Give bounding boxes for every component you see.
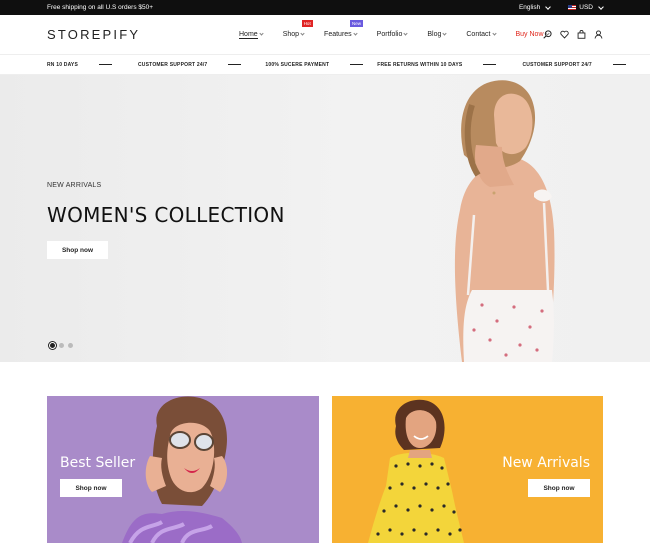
nav-label: Blog xyxy=(427,31,442,38)
us-flag-icon xyxy=(568,5,577,10)
nav-item-portfolio[interactable]: Portfolio xyxy=(377,31,408,39)
hero-shop-now-button[interactable]: Shop now xyxy=(47,241,108,259)
ticker-divider xyxy=(483,63,497,66)
ticker-item: FREE RETURNS WITHIN 10 DAYS xyxy=(377,61,463,68)
main-nav: Home Shop Hot Features New Portfolio Blo… xyxy=(239,19,569,39)
nav-label: Shop xyxy=(282,31,300,38)
nav-label: Buy Now xyxy=(515,31,544,38)
chevron-down-icon xyxy=(353,31,358,36)
language-label: English xyxy=(518,4,541,11)
promo-cards: Best Seller Shop now New Arrivals Shop n… xyxy=(47,396,603,543)
nav-label: Features xyxy=(324,31,352,38)
ticker-item: CUSTOMER SUPPORT 24/7 xyxy=(522,61,592,68)
header-icons xyxy=(543,30,603,39)
hero-title: WOMEN'S COLLECTION xyxy=(47,203,285,227)
hero-subtitle: NEW ARRIVALS xyxy=(47,182,102,189)
currency-selector[interactable]: USD xyxy=(568,3,604,11)
nav-label: Home xyxy=(239,30,258,39)
chevron-down-icon xyxy=(403,31,408,36)
best-seller-card[interactable]: Best Seller Shop now xyxy=(47,396,319,543)
nav-label: Contact xyxy=(466,31,491,38)
card-title: New Arrivals xyxy=(502,455,590,471)
nav-item-features[interactable]: Features New xyxy=(324,19,364,39)
ticker-item: RN 10 DAYS xyxy=(47,61,78,68)
hot-badge: Hot xyxy=(301,19,313,27)
slider-dot-1[interactable] xyxy=(50,343,55,348)
language-selector[interactable]: English xyxy=(518,3,552,11)
best-seller-shop-now-button[interactable]: Shop now xyxy=(60,479,122,497)
ticker-divider xyxy=(350,63,364,66)
slider-dots xyxy=(50,343,73,348)
site-header: STOREPIFY Home Shop Hot Features New Por… xyxy=(0,15,650,55)
chevron-down-icon xyxy=(442,31,447,36)
ticker-item: 100% SUCERE PAYMENT xyxy=(265,61,330,68)
ticker-divider xyxy=(228,63,242,66)
ticker-divider xyxy=(99,63,112,66)
top-announcement-bar: Free shipping on all U.S orders $50+ Eng… xyxy=(0,0,650,15)
best-seller-model-image xyxy=(122,396,242,543)
search-icon[interactable] xyxy=(543,30,552,39)
currency-label: USD xyxy=(579,4,593,11)
hero-model-image xyxy=(454,80,555,362)
nav-item-blog[interactable]: Blog xyxy=(427,31,447,39)
chevron-down-icon xyxy=(598,3,604,10)
promo-text: Free shipping on all U.S orders $50+ xyxy=(47,4,154,11)
ticker-divider xyxy=(612,63,626,66)
new-arrivals-shop-now-button[interactable]: Shop now xyxy=(528,479,590,497)
new-arrivals-model-image xyxy=(367,399,464,543)
user-icon[interactable] xyxy=(594,30,603,39)
logo[interactable]: STOREPIFY xyxy=(47,27,192,42)
slider-dot-2[interactable] xyxy=(59,343,64,348)
ticker-item: CUSTOMER SUPPORT 24/7 xyxy=(138,61,208,68)
new-badge: New xyxy=(350,19,364,27)
hero-slider: NEW ARRIVALS WOMEN'S COLLECTION Shop now xyxy=(0,75,650,362)
nav-item-contact[interactable]: Contact xyxy=(466,31,497,39)
nav-item-home[interactable]: Home xyxy=(239,30,264,39)
new-arrivals-card[interactable]: New Arrivals Shop now xyxy=(331,396,603,543)
nav-label: Portfolio xyxy=(376,31,403,38)
heart-icon[interactable] xyxy=(560,30,569,39)
card-title: Best Seller xyxy=(60,455,136,471)
cart-icon[interactable] xyxy=(577,30,586,39)
chevron-down-icon xyxy=(491,31,497,36)
chevron-down-icon xyxy=(259,31,264,36)
chevron-down-icon xyxy=(545,3,552,10)
features-ticker: RN 10 DAYS CUSTOMER SUPPORT 24/7 100% SU… xyxy=(0,55,650,75)
slider-dot-3[interactable] xyxy=(68,343,73,348)
chevron-down-icon xyxy=(300,31,305,36)
nav-item-shop[interactable]: Shop Hot xyxy=(282,19,313,39)
